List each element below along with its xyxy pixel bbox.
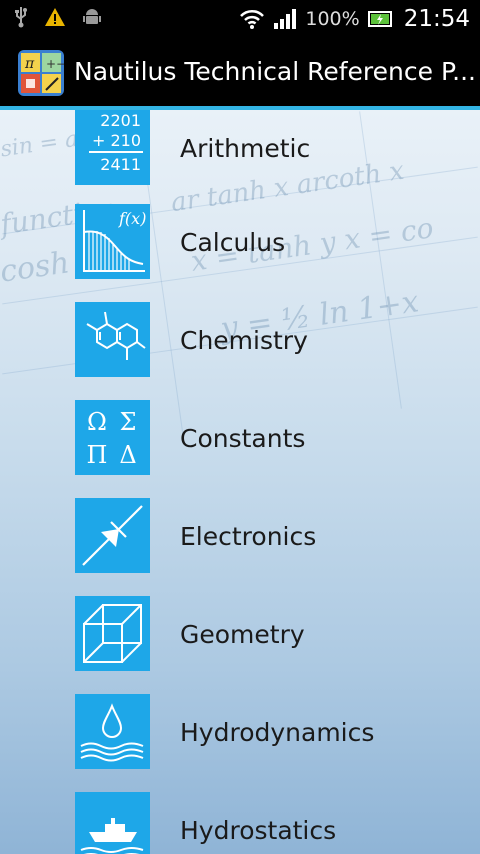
svg-text:+−: +−	[46, 57, 64, 71]
arithmetic-icon: 2201 + 210 2411	[75, 110, 150, 185]
wifi-icon	[240, 9, 265, 29]
delta-glyph: Δ	[119, 441, 136, 469]
calculus-icon: f(x)	[75, 204, 150, 279]
app-title: Nautilus Technical Reference P...	[74, 57, 474, 86]
chemistry-icon	[75, 302, 150, 377]
action-bar: π +− Nautilus Technical Reference P...	[0, 38, 480, 110]
list-item-chemistry[interactable]: Chemistry	[0, 302, 480, 400]
arithmetic-icon-line2: + 210	[92, 131, 141, 150]
sigma-glyph: Σ	[120, 408, 137, 436]
list-item-constants[interactable]: Ω Σ Π Δ Constants	[0, 400, 480, 498]
clock: 21:54	[403, 6, 470, 32]
svg-text:π: π	[24, 56, 35, 72]
list-item-label: Hydrostatics	[180, 816, 337, 845]
battery-charging-icon	[367, 11, 392, 27]
list-item-geometry[interactable]: Geometry	[0, 596, 480, 694]
content-area: sin = arctan ar tanh x arcoth x function…	[0, 110, 480, 854]
omega-glyph: Ω	[87, 408, 107, 436]
list-item-label: Chemistry	[180, 326, 308, 355]
list-item-label: Calculus	[180, 228, 286, 257]
electronics-icon	[75, 498, 150, 573]
android-debug-icon	[83, 9, 101, 24]
pi-glyph: Π	[87, 441, 108, 469]
geometry-icon	[75, 596, 150, 671]
constants-icon: Ω Σ Π Δ	[75, 400, 150, 475]
list-item-arithmetic[interactable]: 2201 + 210 2411 Arithmetic	[0, 110, 480, 208]
battery-percent: 100%	[305, 8, 360, 30]
list-item-label: Arithmetic	[180, 134, 311, 163]
list-item-calculus[interactable]: f(x) Calculus	[0, 204, 480, 302]
list-item-label: Hydrodynamics	[180, 718, 375, 747]
calculus-icon-label: f(x)	[118, 209, 146, 228]
status-bar: 100% 21:54	[0, 0, 480, 38]
usb-icon	[15, 7, 27, 28]
list-item-hydrodynamics[interactable]: Hydrodynamics	[0, 694, 480, 792]
hydrodynamics-icon	[75, 694, 150, 769]
warning-icon	[45, 8, 65, 26]
hydrostatics-icon	[75, 792, 150, 854]
list-item-label: Electronics	[180, 522, 317, 551]
list-item-hydrostatics[interactable]: Hydrostatics	[0, 792, 480, 854]
signal-icon	[274, 9, 297, 29]
list-item-label: Constants	[180, 424, 306, 453]
arithmetic-icon-line3: 2411	[100, 155, 141, 174]
list-item-electronics[interactable]: Electronics	[0, 498, 480, 596]
list-item-label: Geometry	[180, 620, 305, 649]
app-icon[interactable]: π +−	[18, 50, 64, 96]
arithmetic-icon-line1: 2201	[100, 111, 141, 130]
